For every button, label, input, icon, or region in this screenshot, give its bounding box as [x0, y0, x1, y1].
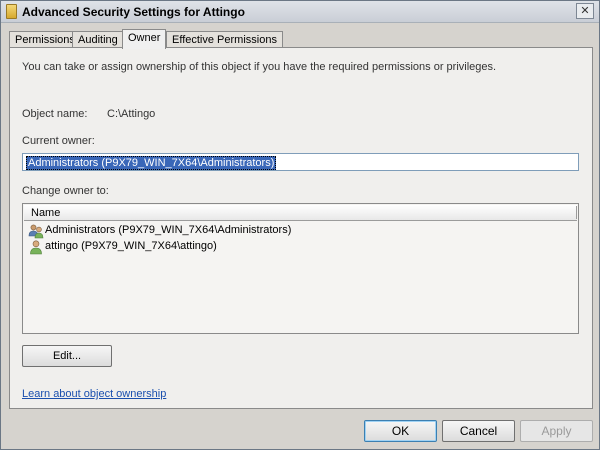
current-owner-field[interactable]: Administrators (P9X79_WIN_7X64\Administr… — [22, 153, 579, 171]
folder-icon — [6, 4, 17, 19]
group-icon — [28, 224, 44, 239]
user-icon — [30, 240, 42, 255]
advanced-security-settings-window: Advanced Security Settings for Attingo ✕… — [0, 0, 600, 450]
object-name-value: C:\Attingo — [107, 108, 156, 120]
ok-button[interactable]: OK — [364, 420, 437, 442]
name-column-header[interactable]: Name — [24, 205, 577, 221]
intro-text: You can take or assign ownership of this… — [22, 61, 497, 73]
list-item-name: Administrators (P9X79_WIN_7X64\Administr… — [45, 224, 292, 236]
tab-effective-permissions[interactable]: Effective Permissions — [166, 31, 283, 48]
window-title: Advanced Security Settings for Attingo — [22, 5, 245, 19]
name-column-header-label: Name — [31, 207, 61, 219]
column-divider — [576, 206, 577, 219]
tab-owner[interactable]: Owner — [122, 29, 167, 49]
current-owner-value: Administrators (P9X79_WIN_7X64\Administr… — [26, 156, 277, 170]
current-owner-label: Current owner: — [22, 135, 95, 147]
title-bar[interactable]: Advanced Security Settings for Attingo ✕ — [1, 1, 599, 23]
apply-button[interactable]: Apply — [520, 420, 593, 442]
list-item-name: attingo (P9X79_WIN_7X64\attingo) — [45, 240, 217, 252]
owner-list[interactable]: Name Administrators (P9X79_WIN_7X64\Admi… — [22, 203, 579, 334]
tab-permissions[interactable]: Permissions — [9, 31, 81, 48]
close-button[interactable]: ✕ — [576, 3, 594, 19]
tab-auditing[interactable]: Auditing — [72, 31, 124, 48]
change-owner-label: Change owner to: — [22, 185, 109, 197]
owner-tab-panel: You can take or assign ownership of this… — [9, 47, 593, 409]
cancel-button[interactable]: Cancel — [442, 420, 515, 442]
edit-button[interactable]: Edit... — [22, 345, 112, 367]
learn-about-ownership-link[interactable]: Learn about object ownership — [22, 388, 166, 400]
object-name-label: Object name: — [22, 108, 88, 120]
